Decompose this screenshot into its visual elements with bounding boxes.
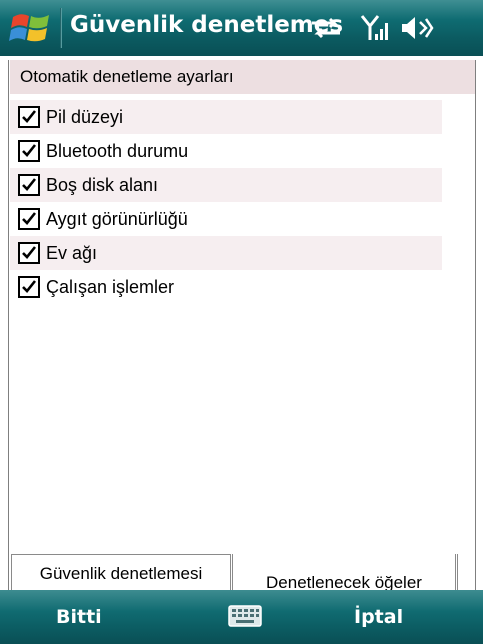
checkbox[interactable] [18, 174, 40, 196]
frame-left-border [8, 60, 9, 600]
list-item[interactable]: Aygıt görünürlüğü [10, 202, 442, 236]
softkey-bar: Bitti İptal [0, 590, 483, 644]
item-label: Boş disk alanı [46, 174, 159, 195]
list-item[interactable]: Ev ağı [10, 236, 442, 270]
checkbox[interactable] [18, 276, 40, 298]
checkbox[interactable] [18, 140, 40, 162]
item-label: Ev ağı [46, 242, 98, 263]
list-item[interactable]: Boş disk alanı [10, 168, 442, 202]
checkbox[interactable] [18, 208, 40, 230]
checkbox[interactable] [18, 106, 40, 128]
checkbox[interactable] [18, 242, 40, 264]
checkmark-icon [22, 280, 37, 293]
checkmark-icon [22, 110, 37, 123]
title-bar: Güvenlik denetlemes [0, 0, 483, 56]
list-item[interactable]: Bluetooth durumu [10, 134, 442, 168]
check-items-list: Pil düzeyi Bluetooth durumu Boş disk ala… [10, 100, 442, 304]
item-label: Çalışan işlemler [46, 276, 175, 297]
list-item[interactable]: Çalışan işlemler [10, 270, 442, 304]
item-label: Bluetooth durumu [46, 140, 189, 161]
checkmark-icon [22, 212, 37, 225]
done-softkey[interactable]: Bitti [56, 590, 156, 644]
frame-right-border [475, 60, 476, 600]
list-item[interactable]: Pil düzeyi [10, 100, 442, 134]
keyboard-icon[interactable] [228, 605, 262, 627]
sync-arrows-icon[interactable] [308, 14, 344, 42]
cancel-softkey[interactable]: İptal [354, 590, 444, 644]
checkmark-icon [22, 178, 37, 191]
signal-strength-icon[interactable] [360, 14, 390, 42]
item-label: Aygıt görünürlüğü [46, 208, 188, 229]
checkmark-icon [22, 144, 37, 157]
checkmark-icon [22, 246, 37, 259]
volume-icon[interactable] [400, 14, 434, 42]
window-title: Güvenlik denetlemes [70, 12, 344, 38]
item-label: Pil düzeyi [46, 106, 124, 127]
title-divider [60, 8, 62, 48]
section-header: Otomatik denetleme ayarları [10, 60, 475, 94]
windows-start-icon[interactable] [9, 9, 53, 47]
